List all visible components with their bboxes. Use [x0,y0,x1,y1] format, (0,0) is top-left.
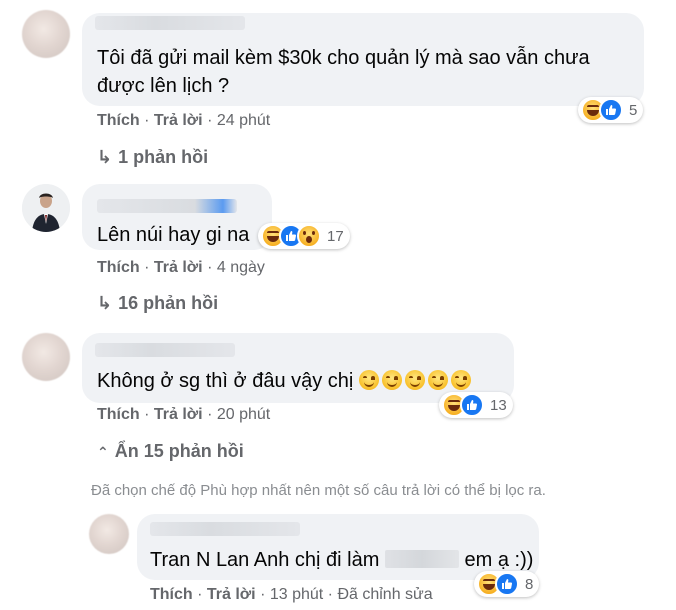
view-replies-button[interactable]: ↳ 1 phản hồi [97,147,208,168]
replies-label: Ẩn 15 phản hồi [114,441,244,461]
commenter-avatar[interactable] [22,333,70,381]
replier-avatar[interactable] [89,514,129,554]
commenter-avatar[interactable] [22,10,70,58]
like-link[interactable]: Thích [97,406,140,423]
smiling-emoji-icon [404,370,425,390]
comment-text: Lên núi hay gi na [97,224,250,246]
like-link[interactable]: Thích [150,586,193,603]
reply-arrow-icon: ↳ [97,293,113,313]
comment-actions: Thích · Trả lời · 4 ngày [97,259,265,276]
commenter-avatar[interactable] [22,184,70,232]
reply-link[interactable]: Trả lời [154,406,203,423]
comment-actions: Thích · Trả lời · 24 phút [97,112,271,129]
reply-link[interactable]: Trả lời [154,112,203,129]
reply-actions: Thích · Trả lời · 13 phút · Đã chỉnh sửa [150,586,433,603]
like-reaction-icon [495,572,519,596]
redacted-word [384,550,459,568]
replies-label: 1 phản hồi [118,147,209,167]
replier-name-redacted[interactable] [150,522,300,536]
reaction-summary[interactable]: 5 [578,97,644,123]
timestamp[interactable]: 4 ngày [217,259,265,276]
commenter-name-redacted[interactable] [97,199,237,213]
hide-replies-button[interactable]: ⌃ Ẩn 15 phản hồi [97,441,244,462]
view-replies-button[interactable]: ↳ 16 phản hồi [97,293,218,314]
reply-arrow-icon: ↳ [97,147,113,167]
reaction-summary[interactable]: 13 [439,392,513,418]
chevron-up-icon: ⌃ [97,444,109,460]
reply-text-end: em ạ :)) [464,549,534,571]
smiling-emoji-icon [427,370,448,390]
reaction-summary[interactable]: 8 [474,571,540,597]
like-link[interactable]: Thích [97,112,140,129]
commenter-name-redacted[interactable] [95,343,235,357]
timestamp[interactable]: 20 phút [217,406,270,423]
commenter-name-redacted[interactable] [95,16,245,30]
reply-text: Tran N Lan Anh chị đi làm em ạ :)) [150,546,533,574]
like-link[interactable]: Thích [97,259,140,276]
reaction-count: 13 [490,396,507,414]
comment-text-body: Không ở sg thì ở đâu vậy chị [97,370,354,392]
reply-link[interactable]: Trả lời [207,586,256,603]
replies-label: 16 phản hồi [118,293,219,313]
reaction-summary[interactable]: 17 [258,223,350,249]
reply-text-start: Tran N Lan Anh chị đi làm [150,549,380,571]
reaction-count: 5 [629,101,638,119]
reply-link[interactable]: Trả lời [154,259,203,276]
comment-text: Không ở sg thì ở đâu vậy chị [97,367,474,395]
reaction-count: 17 [327,227,344,245]
timestamp[interactable]: 13 phút [270,586,323,603]
profile-photo-icon [22,184,70,232]
comment-text-line: được lên lịch ? [97,75,230,97]
like-reaction-icon [460,393,484,417]
wow-reaction-icon [297,224,321,248]
filter-notice: Đã chọn chế độ Phù hợp nhất nên một số c… [91,482,546,499]
like-reaction-icon [599,98,623,122]
smiling-emoji-icon [450,370,471,390]
comment-actions: Thích · Trả lời · 20 phút [97,406,271,423]
reaction-count: 8 [525,575,534,593]
smiling-emoji-icon [358,370,379,390]
smiling-emoji-icon [381,370,402,390]
timestamp[interactable]: 24 phút [217,112,270,129]
comment-text-line: Tôi đã gửi mail kèm $30k cho quản lý mà … [97,47,590,69]
edited-label[interactable]: Đã chỉnh sửa [337,586,432,603]
